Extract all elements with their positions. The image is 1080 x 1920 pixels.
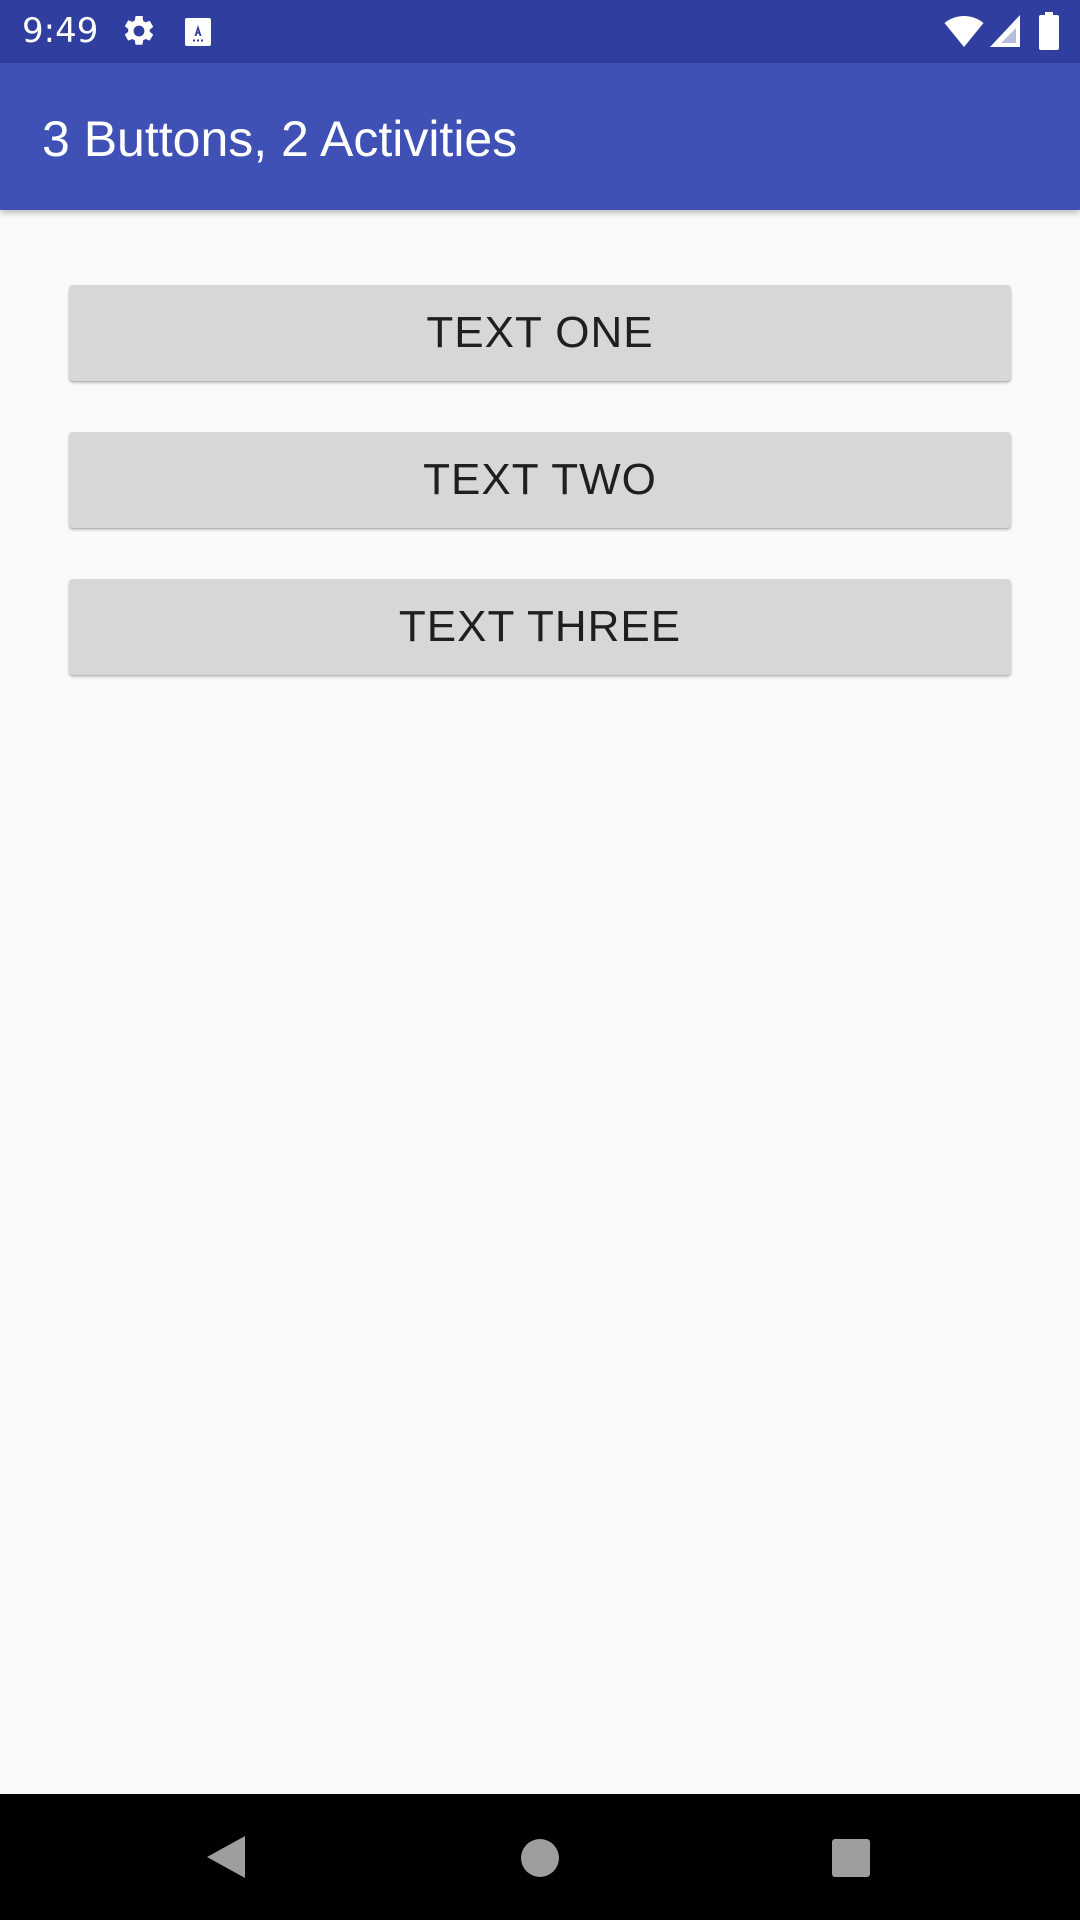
status-bar: 9:49	[0, 0, 1080, 63]
app-screen: 9:49 3 Buttons, 2 Activities TEXT ONE TE…	[0, 0, 1080, 1920]
recents-icon[interactable]	[831, 1838, 871, 1878]
back-icon[interactable]	[205, 1834, 247, 1880]
wifi-icon	[944, 16, 984, 47]
status-time: 9:49	[22, 11, 99, 51]
text-one-button[interactable]: TEXT ONE	[69, 285, 1011, 381]
gear-icon	[124, 15, 154, 45]
text-three-button[interactable]: TEXT THREE	[69, 579, 1011, 675]
page-title: 3 Buttons, 2 Activities	[42, 111, 518, 167]
main-content: TEXT ONE TEXT TWO TEXT THREE	[0, 210, 1080, 1794]
home-icon[interactable]	[520, 1838, 560, 1878]
text-two-button[interactable]: TEXT TWO	[69, 432, 1011, 528]
navigation-bar	[0, 1794, 1080, 1920]
signal-icon	[990, 15, 1020, 47]
battery-icon	[1039, 12, 1059, 50]
keyboard-a-icon	[185, 18, 211, 46]
app-bar: 3 Buttons, 2 Activities	[0, 63, 1080, 210]
